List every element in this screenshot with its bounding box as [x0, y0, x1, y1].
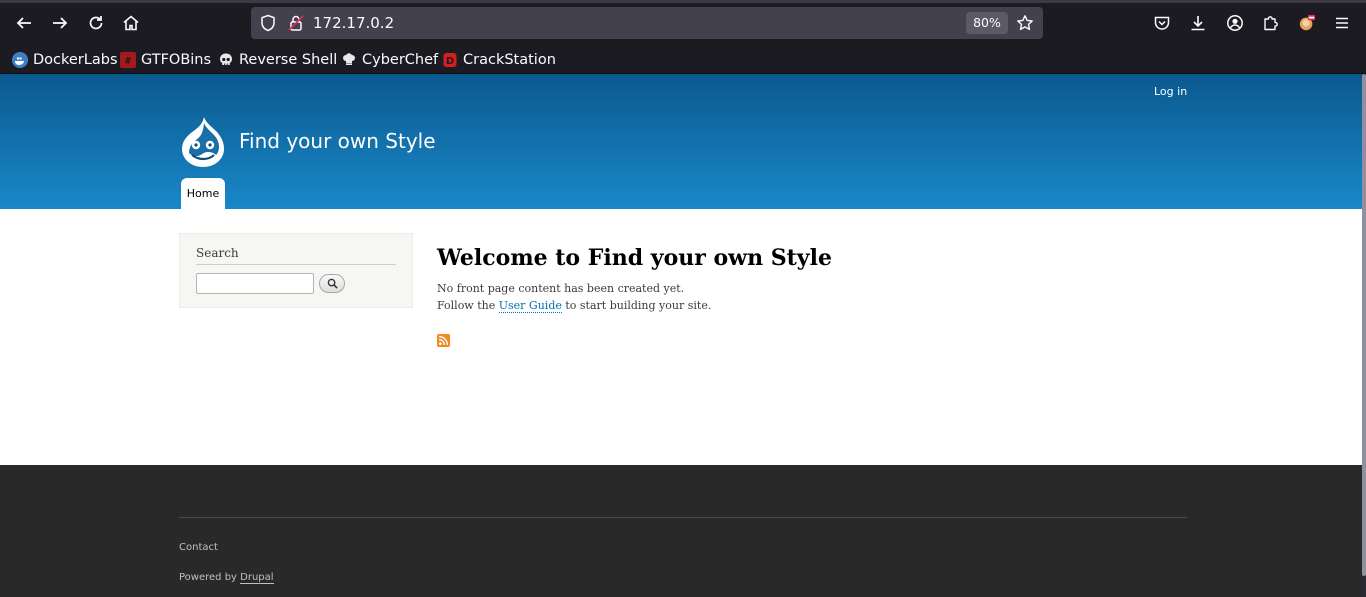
menu-button[interactable]	[1332, 13, 1352, 33]
toolbar-top-line	[0, 0, 1366, 3]
extension-button[interactable]	[1297, 13, 1317, 33]
search-input[interactable]	[196, 273, 314, 294]
user-guide-message: Follow the User Guide to start building …	[437, 299, 712, 313]
pocket-button[interactable]	[1152, 13, 1172, 33]
forward-arrow-icon	[53, 17, 68, 29]
footer-divider	[179, 517, 1187, 518]
bookmark-label: CrackStation	[463, 52, 556, 68]
tab-home[interactable]: Home	[181, 178, 225, 209]
bookmark-label: CyberChef	[362, 52, 439, 68]
bookmark-label: GTFOBins	[141, 52, 212, 68]
pocket-icon	[1154, 16, 1170, 30]
powered-by-text: Powered by	[179, 572, 237, 583]
chef-hat-icon	[341, 52, 357, 68]
zoom-level-badge[interactable]: 80%	[966, 12, 1008, 34]
back-button[interactable]	[12, 11, 36, 35]
extensions-button[interactable]	[1261, 13, 1281, 33]
login-link[interactable]: Log in	[1154, 85, 1187, 98]
svg-text:D: D	[446, 56, 454, 67]
browser-toolbar: 172.17.0.2 80%	[0, 0, 1366, 46]
message-text: Follow the	[437, 299, 496, 312]
tracking-shield-icon[interactable]	[259, 14, 277, 32]
divider	[196, 264, 396, 265]
reload-icon	[89, 16, 103, 30]
rss-feed-icon[interactable]	[437, 334, 450, 347]
skull-icon	[218, 52, 234, 68]
contact-link[interactable]: Contact	[179, 542, 218, 553]
no-content-message: No front page content has been created y…	[437, 282, 685, 295]
drupal-link[interactable]: Drupal	[240, 572, 274, 584]
site-name[interactable]: Find your own Style	[239, 129, 436, 153]
address-bar[interactable]: 172.17.0.2 80%	[251, 7, 1043, 39]
bookmark-crackstation[interactable]: D CrackStation	[442, 49, 556, 71]
insecure-lock-icon[interactable]	[287, 14, 305, 32]
bookmark-label: Reverse Shell	[239, 52, 338, 68]
search-block: Search	[179, 233, 413, 308]
drupal-drop-logo-icon[interactable]	[179, 115, 227, 169]
search-button[interactable]	[319, 274, 345, 293]
home-icon	[123, 15, 139, 31]
search-block-title: Search	[196, 246, 239, 260]
crackstation-icon: D	[442, 52, 458, 68]
forward-button[interactable]	[48, 11, 72, 35]
bookmarks-bar: DockerLabs # GTFOBins Reverse Shell Cybe…	[0, 46, 1366, 74]
bookmark-star-icon[interactable]	[1016, 14, 1034, 32]
gtfobins-icon: #	[120, 52, 136, 68]
hamburger-menu-icon	[1336, 17, 1348, 29]
docker-whale-icon	[12, 52, 28, 68]
account-icon	[1227, 15, 1243, 31]
downloads-button[interactable]	[1188, 13, 1208, 33]
puzzle-piece-icon	[1264, 16, 1278, 31]
bookmark-cyberchef[interactable]: CyberChef	[341, 49, 438, 71]
extension-avatar-icon	[1299, 14, 1316, 31]
account-button[interactable]	[1225, 13, 1245, 33]
reload-button[interactable]	[84, 11, 108, 35]
page-scrollbar[interactable]	[1362, 74, 1366, 597]
bookmark-gtfobins[interactable]: # GTFOBins	[120, 49, 211, 71]
svg-text:#: #	[125, 56, 131, 67]
bookmark-reverse-shell[interactable]: Reverse Shell	[218, 49, 337, 71]
search-icon	[327, 278, 338, 289]
web-page: Log in Find your own Style Home Search W…	[0, 74, 1362, 597]
home-button[interactable]	[119, 11, 143, 35]
page-title: Welcome to Find your own Style	[437, 245, 832, 271]
user-guide-link[interactable]: User Guide	[498, 299, 562, 313]
bookmark-label: DockerLabs	[33, 52, 118, 68]
site-header: Log in Find your own Style Home	[0, 74, 1362, 209]
powered-by: Powered by Drupal	[179, 572, 274, 584]
scrollbar-thumb[interactable]	[1362, 74, 1366, 576]
back-arrow-icon	[16, 17, 31, 29]
bookmark-dockerlabs[interactable]: DockerLabs	[12, 49, 118, 71]
download-icon	[1191, 16, 1205, 31]
url-text[interactable]: 172.17.0.2	[313, 14, 394, 32]
message-text: to start building your site.	[565, 299, 712, 312]
site-footer: Contact Powered by Drupal	[0, 465, 1362, 597]
